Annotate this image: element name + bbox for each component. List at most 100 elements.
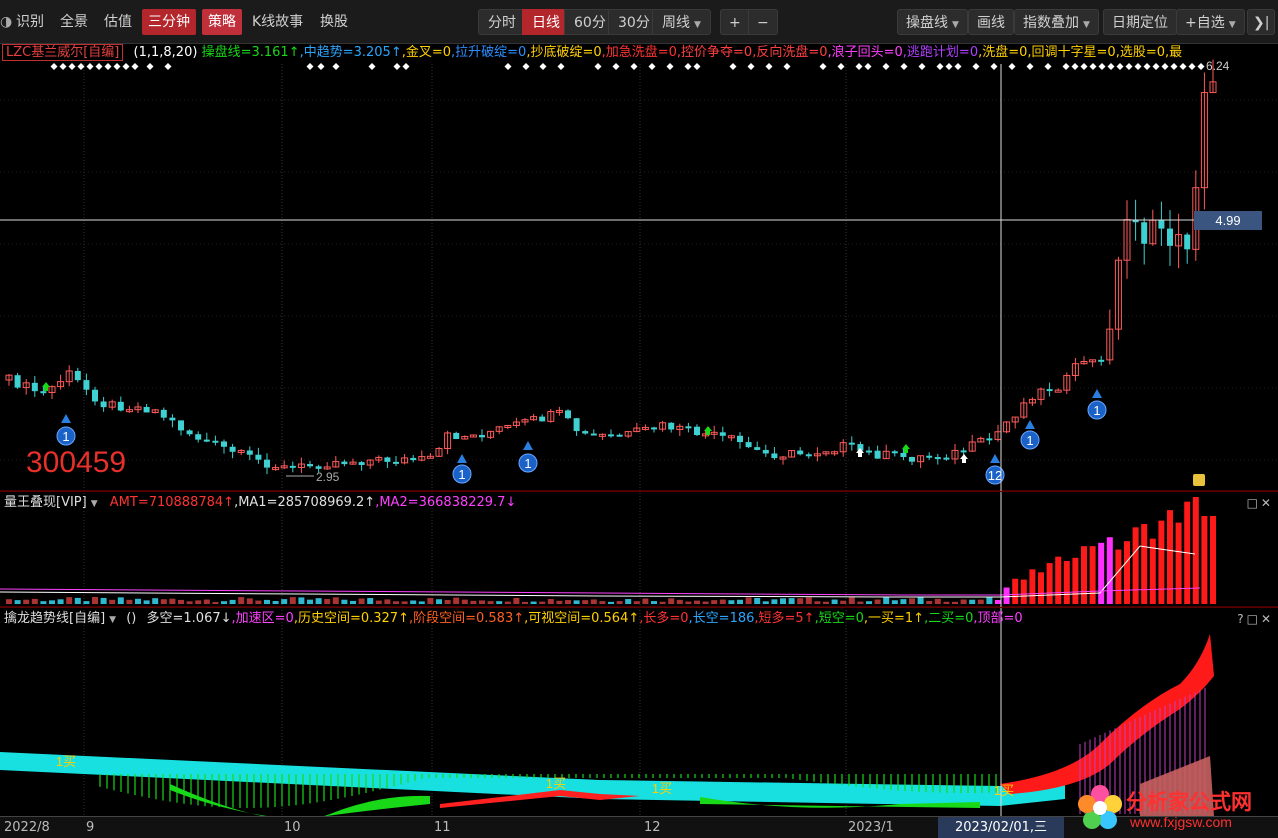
chevron-down-icon: ▼ bbox=[109, 615, 117, 625]
buy-signal-triangle bbox=[1092, 389, 1102, 398]
volume-bar bbox=[496, 601, 503, 604]
volume-ma2-line bbox=[0, 587, 1201, 596]
signal-diamond bbox=[164, 63, 172, 70]
watermark: 分析家公式网 www.fxjgsw.com bbox=[1074, 780, 1274, 836]
volume-bar bbox=[135, 598, 141, 604]
toolbar-valuation[interactable]: 估值 bbox=[98, 9, 138, 35]
volume-bar bbox=[969, 599, 976, 604]
volume-bar bbox=[479, 600, 485, 604]
candle-body bbox=[1098, 359, 1105, 362]
candle-body bbox=[74, 370, 81, 381]
grid bbox=[0, 64, 1278, 816]
buy-signal-triangle bbox=[990, 454, 1000, 463]
top-toolbar: ◑ 识别 全景 估值 三分钟 策略 K线故事 换股 分时 日线 60分 30分 … bbox=[0, 0, 1278, 44]
chevron-down-icon: ▼ bbox=[90, 499, 98, 509]
volume-indicator-name[interactable]: 量王叠现[VIP] bbox=[4, 494, 87, 512]
volume-bar bbox=[332, 597, 339, 604]
axis-label: 9 bbox=[86, 820, 95, 835]
signal-diamond bbox=[104, 63, 112, 70]
zoom-out-button[interactable]: − bbox=[748, 9, 778, 35]
draw-line-button[interactable]: 画线 bbox=[968, 9, 1014, 35]
toolbar-identify[interactable]: 识别 bbox=[10, 9, 50, 35]
candle-body bbox=[264, 459, 270, 468]
toolbar-three-minute[interactable]: 三分钟 bbox=[142, 9, 196, 35]
trend-indicator-value-4: ,可视空间=0.564↑ bbox=[524, 611, 640, 626]
pane-window-buttons[interactable]: ?□✕ bbox=[1237, 610, 1274, 628]
signal-diamond bbox=[954, 63, 962, 70]
volume-bar bbox=[737, 599, 743, 604]
volume-bar bbox=[1038, 572, 1044, 604]
candle-body bbox=[934, 457, 941, 460]
trend-indicator-value-0: 多空=1.067↓ bbox=[146, 611, 232, 626]
candle-body bbox=[1141, 222, 1148, 244]
signal-diamond bbox=[837, 63, 845, 70]
volume-bar bbox=[711, 600, 718, 604]
signal-diamond bbox=[1080, 63, 1088, 70]
buy-label: 1买 bbox=[652, 781, 672, 796]
volume-bar bbox=[169, 598, 176, 604]
toolbar-strategy[interactable]: 策略 bbox=[202, 9, 242, 35]
signal-diamond bbox=[918, 63, 926, 70]
volume-bar bbox=[117, 597, 124, 604]
volume-bar bbox=[83, 601, 90, 604]
volume-bar bbox=[350, 600, 356, 604]
volume-bar bbox=[264, 599, 270, 604]
signal-diamond bbox=[990, 63, 998, 70]
toolbar-switch-stock[interactable]: 换股 bbox=[314, 9, 354, 35]
buy-signal-label: 1 bbox=[62, 429, 69, 444]
signal-diamond bbox=[594, 63, 602, 70]
cursor-date-label: 2023/02/01,三 bbox=[938, 817, 1064, 838]
candle-body bbox=[453, 432, 460, 439]
volume-bar bbox=[410, 600, 417, 604]
candle-body bbox=[160, 409, 167, 418]
tab-weekly[interactable]: 周线 ▼ bbox=[652, 9, 711, 35]
candle-body bbox=[246, 450, 253, 455]
signal-diamond bbox=[945, 63, 953, 70]
signal-diamond bbox=[882, 63, 890, 70]
toolbar-kline-story[interactable]: K线故事 bbox=[246, 9, 309, 35]
note-icon[interactable] bbox=[1193, 474, 1205, 486]
signal-diamond bbox=[1116, 63, 1124, 70]
volume-bar bbox=[23, 599, 30, 604]
signal-diamond bbox=[1008, 63, 1016, 70]
pane-window-buttons[interactable]: □✕ bbox=[1247, 494, 1274, 512]
toolbar-panorama[interactable]: 全景 bbox=[54, 9, 94, 35]
signal-diamond bbox=[729, 63, 737, 70]
trade-line-dropdown[interactable]: 操盘线 ▼ bbox=[897, 9, 968, 35]
signal-diamond bbox=[1170, 63, 1178, 70]
volume-bar bbox=[934, 598, 941, 604]
index-overlay-dropdown[interactable]: 指数叠加 ▼ bbox=[1014, 9, 1099, 35]
signal-diamond bbox=[666, 63, 674, 70]
volume-bar bbox=[31, 598, 38, 604]
volume-bar bbox=[960, 599, 967, 604]
expand-icon[interactable]: ❯| bbox=[1247, 9, 1276, 35]
volume-bar bbox=[461, 599, 468, 604]
zoom-in-button[interactable]: + bbox=[720, 9, 750, 35]
volume-bar bbox=[14, 600, 21, 604]
signal-diamond bbox=[684, 63, 692, 70]
candle-body bbox=[1184, 234, 1191, 250]
candle-body bbox=[909, 457, 915, 462]
trend-band: 1买 1买 1买 1买 bbox=[0, 634, 1214, 816]
volume-bar bbox=[797, 598, 804, 604]
candle-body bbox=[685, 426, 692, 429]
date-locate-button[interactable]: 日期定位 bbox=[1103, 9, 1177, 35]
signal-diamond bbox=[648, 63, 656, 70]
volume-indicator-value-2: ,MA2=366838229.7↓ bbox=[375, 495, 517, 510]
stock-code-overlay: 300459 bbox=[26, 446, 127, 479]
signal-diamond bbox=[1161, 63, 1169, 70]
tab-intraday[interactable]: 分时 bbox=[478, 9, 526, 35]
buy-label: 1买 bbox=[56, 754, 76, 769]
volume-bar bbox=[909, 598, 915, 604]
signal-diamond bbox=[765, 63, 773, 70]
candle-body bbox=[986, 438, 993, 441]
candle-body bbox=[771, 453, 778, 459]
add-watchlist-dropdown[interactable]: +自选 ▼ bbox=[1176, 9, 1245, 35]
axis-label: 10 bbox=[284, 820, 301, 835]
volume-bar bbox=[229, 599, 236, 604]
volume-bar bbox=[367, 598, 374, 604]
volume-bar bbox=[728, 600, 735, 604]
tab-daily[interactable]: 日线 bbox=[522, 9, 570, 35]
trend-indicator-name[interactable]: 擒龙趋势线[自编] bbox=[4, 610, 105, 628]
candle-body bbox=[848, 442, 855, 445]
